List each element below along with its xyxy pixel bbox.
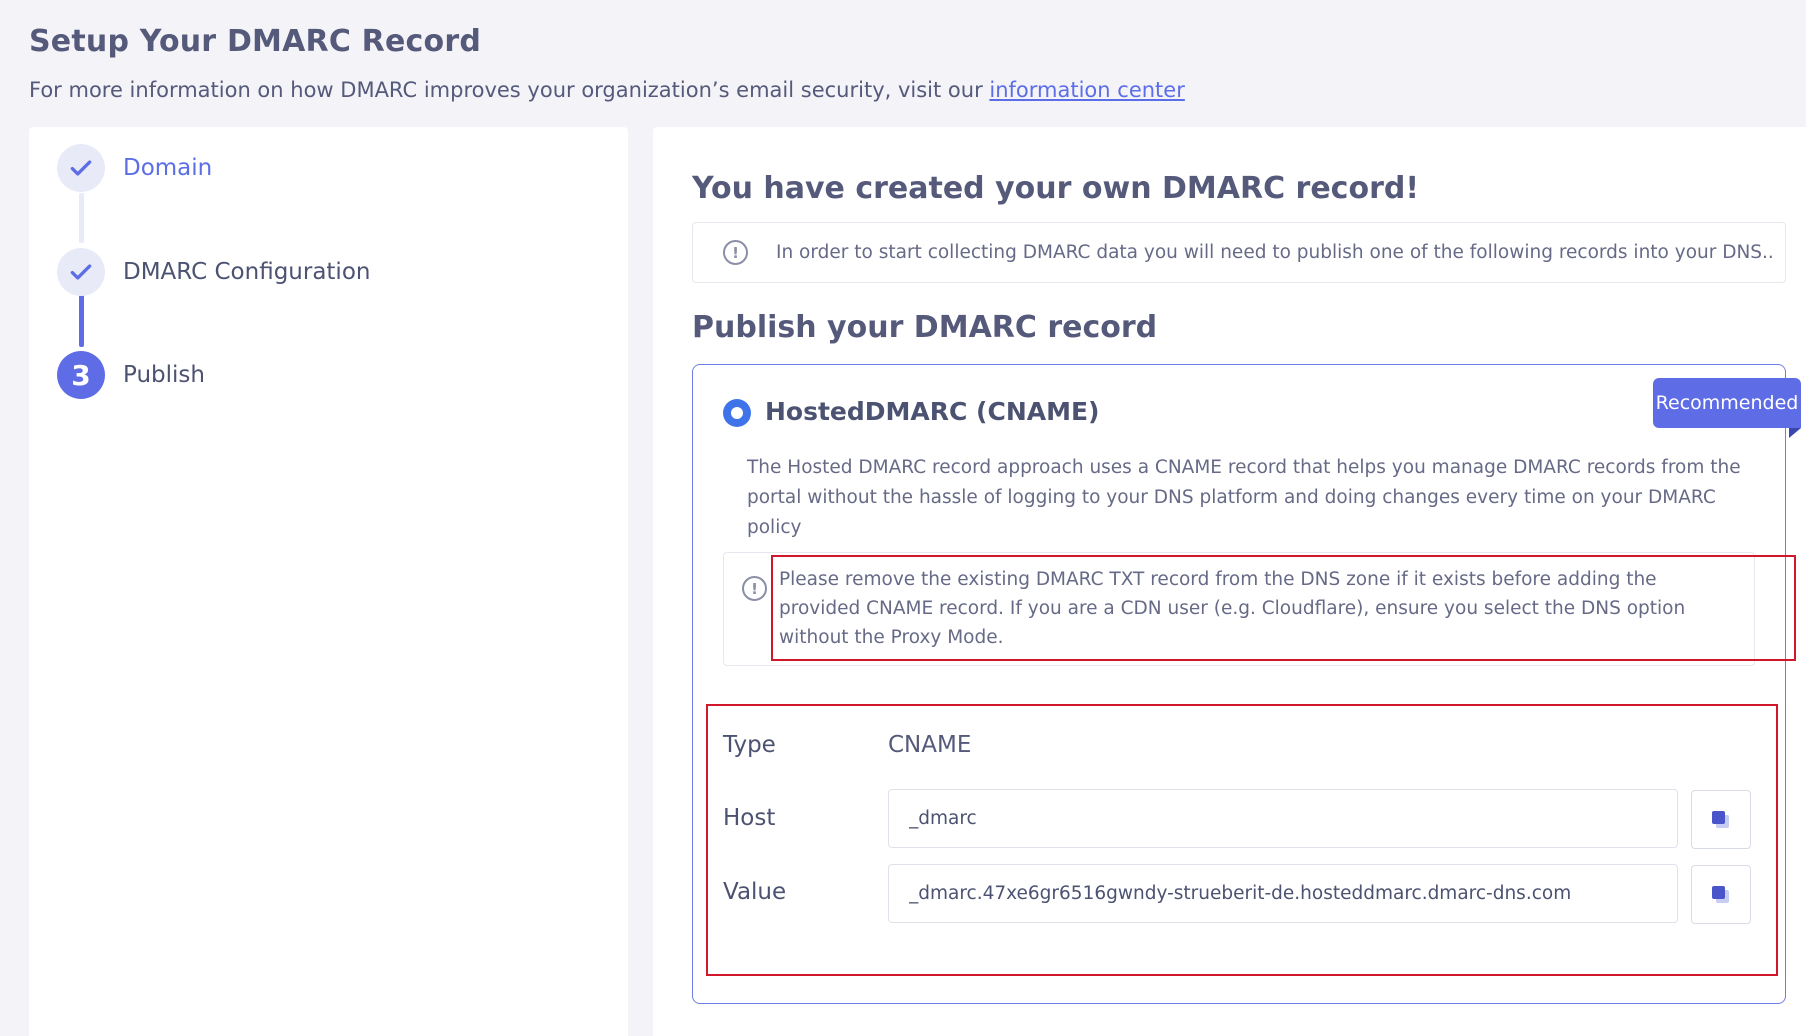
- step-domain[interactable]: Domain: [57, 144, 212, 192]
- step-connector-active: [79, 295, 84, 347]
- content-panel: You have created your own DMARC record! …: [653, 127, 1806, 1036]
- type-value: CNAME: [888, 732, 972, 758]
- step-circle-done: [57, 144, 105, 192]
- copy-icon: [1712, 810, 1729, 828]
- information-center-link[interactable]: information center: [989, 78, 1184, 102]
- badge-fold: [1789, 428, 1801, 438]
- step-label-publish: Publish: [123, 362, 205, 388]
- checkmark-icon: [70, 160, 92, 176]
- warning-alert: ! Please remove the existing DMARC TXT r…: [723, 552, 1755, 666]
- step-label-dmarc-configuration: DMARC Configuration: [123, 259, 371, 285]
- recommended-badge: Recommended: [1653, 378, 1801, 428]
- value-label: Value: [723, 879, 787, 905]
- hosted-dmarc-option-card[interactable]: HostedDMARC (CNAME) Recommended The Host…: [692, 364, 1801, 1004]
- info-alert: ! In order to start collecting DMARC dat…: [692, 222, 1786, 283]
- publish-heading: Publish your DMARC record: [692, 310, 1158, 345]
- step-circle-done: [57, 248, 105, 296]
- host-label: Host: [723, 805, 776, 831]
- dns-record-details: Type CNAME Host Value: [706, 704, 1778, 976]
- stepper-panel: Domain DMARC Configuration 3 Publish: [29, 127, 628, 1036]
- radio-dot: [731, 407, 743, 419]
- exclamation-circle-icon: !: [742, 576, 767, 601]
- subtitle-text: For more information on how DMARC improv…: [29, 78, 990, 102]
- copy-host-button[interactable]: [1691, 790, 1751, 849]
- value-field[interactable]: [888, 864, 1678, 923]
- radio-button-selected[interactable]: [723, 399, 751, 427]
- step-label-domain: Domain: [123, 155, 213, 181]
- warning-text: Please remove the existing DMARC TXT rec…: [779, 569, 1686, 648]
- option-title: HostedDMARC (CNAME): [765, 397, 1100, 426]
- step-connector: [79, 193, 84, 243]
- copy-icon: [1712, 885, 1729, 903]
- checkmark-icon: [70, 264, 92, 280]
- created-heading: You have created your own DMARC record!: [692, 171, 1420, 206]
- option-description: The Hosted DMARC record approach uses a …: [747, 457, 1741, 538]
- exclamation-circle-icon: !: [723, 240, 748, 265]
- host-field[interactable]: [888, 789, 1678, 848]
- step-number-badge: 3: [57, 351, 105, 399]
- step-dmarc-configuration[interactable]: DMARC Configuration: [57, 248, 370, 296]
- step-publish[interactable]: 3 Publish: [57, 351, 205, 399]
- copy-value-button[interactable]: [1691, 865, 1751, 924]
- info-text: In order to start collecting DMARC data …: [776, 242, 1774, 263]
- page-title: Setup Your DMARC Record: [29, 24, 481, 59]
- type-label: Type: [723, 732, 776, 758]
- page-subtitle: For more information on how DMARC improv…: [29, 78, 1185, 102]
